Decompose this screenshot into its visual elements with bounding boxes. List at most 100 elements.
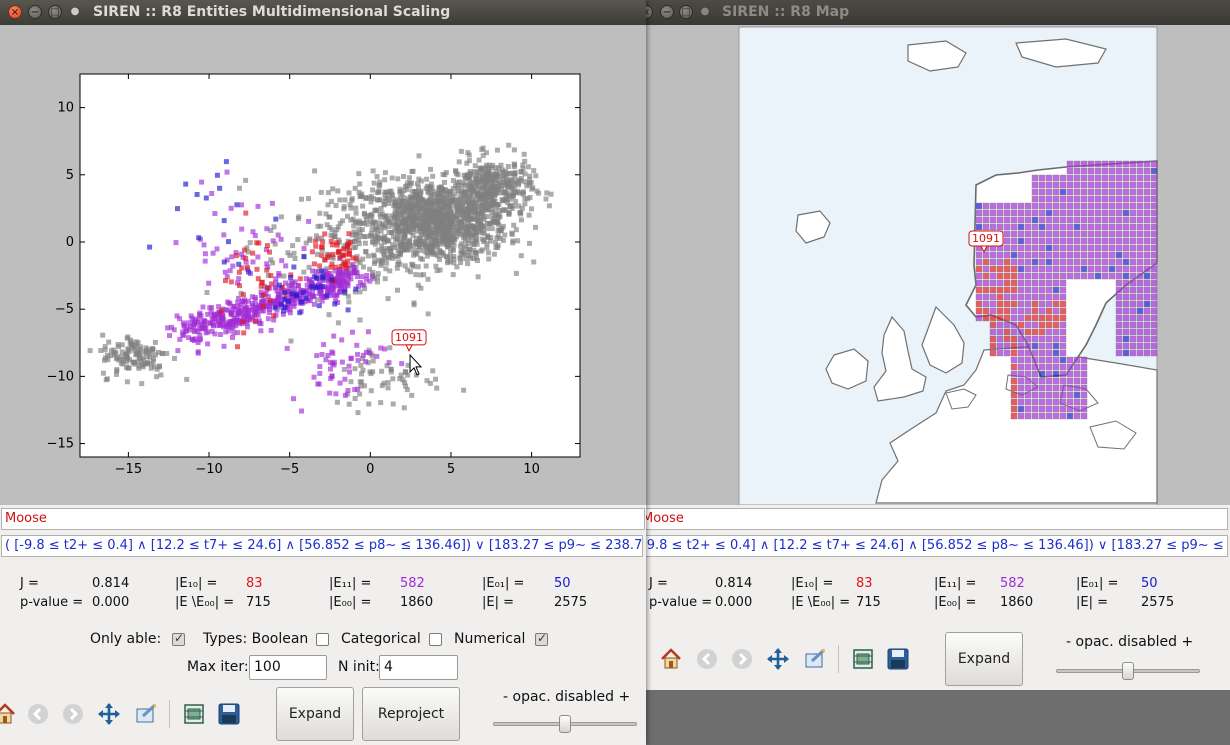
zoom-rect-icon[interactable] [133, 701, 159, 727]
map-cell [1017, 223, 1025, 231]
zoom-rect-icon[interactable] [802, 646, 828, 672]
expand-button[interactable]: Expand [276, 687, 354, 741]
max-iter-input[interactable]: 100 [249, 655, 327, 680]
map-cell [1150, 216, 1158, 224]
save-floppy-icon[interactable] [216, 701, 242, 727]
categorical-checkbox[interactable] [429, 633, 442, 646]
scatter-point [228, 279, 234, 285]
scatter-point [434, 385, 440, 391]
scatter-point [348, 379, 354, 385]
map-cell [989, 279, 997, 287]
mds-window: × − □ ● SIREN :: R8 Entities Multidimens… [0, 0, 646, 745]
opacity-slider-handle[interactable] [1122, 662, 1134, 680]
back-arrow-icon[interactable] [694, 646, 720, 672]
configure-subplots-icon[interactable] [181, 701, 207, 727]
scatter-point [345, 388, 351, 393]
scatter-point [489, 197, 495, 203]
entity-name-line[interactable]: Moose [646, 508, 1228, 530]
save-floppy-icon[interactable] [885, 646, 911, 672]
n-init-input[interactable]: 4 [379, 655, 458, 680]
query-line[interactable]: -9.8 ≤ t2+ ≤ 0.4] ∧ [12.2 ≤ t7+ ≤ 24.6] … [646, 535, 1228, 557]
entity-name-line[interactable]: Moose [1, 508, 645, 530]
map-cell [1017, 300, 1025, 308]
scatter-point [365, 329, 371, 335]
configure-subplots-icon[interactable] [850, 646, 876, 672]
map-cell [1059, 363, 1067, 371]
map-titlebar[interactable]: × − □ ● SIREN :: R8 Map [646, 0, 1230, 25]
map-cell [1080, 160, 1088, 168]
scatter-point [458, 148, 464, 154]
scatter-point [344, 270, 350, 276]
pan-arrows-icon[interactable] [765, 646, 791, 672]
map-cell [1094, 167, 1102, 175]
ediff-label: |E \E₀₀| = [791, 595, 851, 610]
map-cell [1052, 412, 1060, 420]
scatter-point [345, 307, 351, 313]
mds-titlebar[interactable]: × − □ ● SIREN :: R8 Entities Multidimens… [0, 0, 646, 25]
scatter-point [462, 207, 467, 213]
forward-arrow-icon[interactable] [729, 646, 755, 672]
map-cell [1136, 188, 1144, 196]
query-line[interactable]: ( [-9.8 ≤ t2+ ≤ 0.4] ∧ [12.2 ≤ t7+ ≤ 24.… [1, 535, 643, 557]
opacity-slider-handle[interactable] [559, 715, 571, 733]
home-icon[interactable] [0, 701, 18, 727]
mds-scatter-plot[interactable]: −15 −10 −5 0 5 10 10 5 0 −5 −10 −15 1091 [0, 25, 646, 505]
scatter-point [236, 261, 242, 267]
scatter-point [317, 210, 323, 216]
window-menu-icon[interactable]: ● [698, 5, 712, 19]
map-cell [1024, 223, 1032, 231]
scatter-point [254, 240, 260, 246]
close-icon[interactable]: × [8, 5, 22, 19]
mds-plot-area[interactable]: −15 −10 −5 0 5 10 10 5 0 −5 −10 −15 1091 [0, 25, 646, 505]
minimize-icon[interactable]: − [660, 5, 674, 19]
map-pane[interactable]: 1091 [646, 25, 1230, 506]
close-icon[interactable]: × [646, 5, 653, 19]
e00-value: 1860 [1000, 595, 1034, 610]
pan-arrows-icon[interactable] [96, 701, 122, 727]
scatter-point [465, 150, 471, 156]
map-cell [1094, 209, 1102, 217]
reproject-button[interactable]: Reproject [362, 687, 460, 741]
back-arrow-icon[interactable] [25, 701, 51, 727]
maximize-icon[interactable]: □ [679, 5, 693, 19]
map-cell [1038, 384, 1046, 392]
forward-arrow-icon[interactable] [60, 701, 86, 727]
scatter-point [355, 357, 361, 363]
scatter-point [424, 378, 430, 384]
map-cell [1052, 209, 1060, 217]
map-cell [1136, 307, 1144, 315]
scatter-point [354, 342, 360, 348]
scatter-point [318, 268, 324, 274]
boolean-checkbox[interactable] [316, 633, 329, 646]
map-cell [1150, 272, 1158, 280]
scatter-point [217, 185, 223, 191]
map-cell [1010, 265, 1018, 273]
minimize-icon[interactable]: − [28, 5, 42, 19]
expand-button[interactable]: Expand [945, 632, 1023, 686]
map-cell [1122, 300, 1130, 308]
map-cell [1150, 286, 1158, 294]
scatter-point [183, 181, 189, 187]
j-value: 0.814 [715, 576, 753, 591]
map-cell [1143, 223, 1151, 231]
home-icon[interactable] [658, 646, 684, 672]
map-cell [989, 328, 997, 336]
scatter-point [342, 289, 347, 295]
map-cell [1087, 209, 1095, 217]
map-cell [1045, 328, 1053, 336]
scatter-point [265, 285, 271, 291]
scatter-point [409, 392, 415, 398]
map-cell [1143, 237, 1151, 245]
map-cell [1094, 265, 1102, 273]
scatter-point [387, 268, 393, 274]
only-able-checkbox[interactable] [172, 631, 185, 646]
map-cell [1031, 202, 1039, 210]
map-cell [1010, 307, 1018, 315]
europe-map[interactable]: 1091 [646, 25, 1230, 506]
maximize-icon[interactable]: □ [48, 5, 62, 19]
numerical-checkbox[interactable] [535, 631, 548, 646]
map-cell [1003, 216, 1011, 224]
window-menu-icon[interactable]: ● [68, 5, 82, 19]
scatter-point [425, 311, 431, 317]
map-cell [1052, 356, 1060, 364]
